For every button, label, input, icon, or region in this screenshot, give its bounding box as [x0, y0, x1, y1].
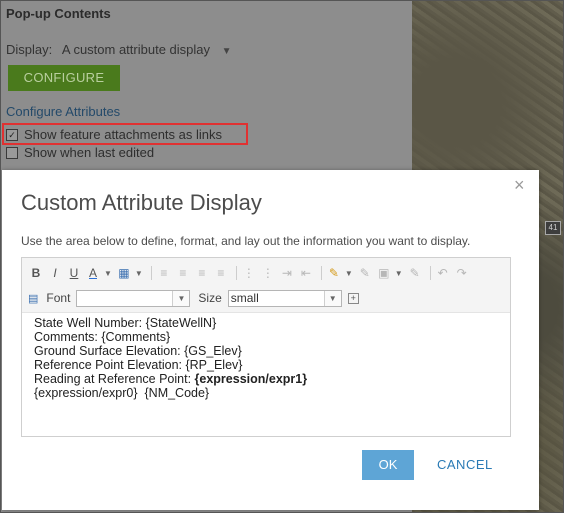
rich-text-editor[interactable]: B I U A ▼ ▦ ▼ ≡ ≡ ≡ ≡ ⋮ ⋮ ⇥ ⇤ ✎ ▼ ✎ ▣ ▼ … — [21, 257, 511, 437]
close-icon[interactable]: × — [514, 175, 525, 196]
content-line: Reference Point Elevation: {RP_Elev} — [34, 358, 243, 372]
size-label: Size — [198, 291, 222, 305]
display-row: Display: A custom attribute display ▼ — [6, 42, 232, 57]
chevron-down-icon[interactable]: ▼ — [323, 290, 341, 306]
font-label: Font — [46, 291, 71, 305]
eraser-icon[interactable]: ✎ — [407, 265, 423, 281]
toolbar-divider — [429, 266, 431, 280]
redo-icon[interactable]: ↷ — [454, 265, 470, 281]
content-line: {expression/expr0} {NM_Code} — [34, 386, 210, 400]
undo-icon[interactable]: ↶ — [435, 265, 451, 281]
align-justify-icon[interactable]: ≡ — [213, 265, 229, 281]
highlight-color-icon[interactable]: ▦ — [116, 265, 132, 281]
dialog-description: Use the area below to define, format, an… — [21, 234, 471, 248]
align-right-icon[interactable]: ≡ — [194, 265, 210, 281]
align-center-icon[interactable]: ≡ — [175, 265, 191, 281]
checkbox-unchecked-icon[interactable] — [6, 146, 18, 159]
last-edited-checkbox-label: Show when last edited — [24, 145, 155, 160]
dialog-title: Custom Attribute Display — [21, 190, 262, 215]
source-view-icon[interactable]: ▤ — [28, 292, 38, 305]
content-line: Ground Surface Elevation: {GS_Elev} — [34, 344, 242, 358]
numbered-list-icon[interactable]: ⋮ — [241, 265, 257, 281]
font-select[interactable]: ▼ — [76, 289, 191, 307]
toolbar-divider — [235, 266, 237, 280]
ok-button[interactable]: OK — [362, 450, 414, 480]
content-line: State Well Number: {StateWellN} — [34, 316, 217, 330]
italic-icon[interactable]: I — [47, 265, 63, 281]
configure-button[interactable]: CONFIGURE — [8, 65, 120, 91]
display-label: Display: — [6, 42, 53, 57]
custom-attribute-dialog: Custom Attribute Display × Use the area … — [2, 170, 539, 510]
size-select-value: small — [230, 290, 259, 305]
chevron-down-icon[interactable]: ▼ — [172, 290, 190, 306]
outdent-icon[interactable]: ⇤ — [298, 265, 314, 281]
highlight-annotation — [2, 123, 248, 145]
content-text: Reading at Reference Point: — [34, 372, 195, 386]
chevron-down-icon[interactable]: ▼ — [104, 269, 112, 278]
align-left-icon[interactable]: ≡ — [156, 265, 172, 281]
bold-icon[interactable]: B — [28, 265, 44, 281]
panel-title: Pop-up Contents — [6, 6, 111, 21]
content-line: Comments: {Comments} — [34, 330, 171, 344]
last-edited-checkbox-row[interactable]: Show when last edited — [6, 145, 154, 160]
chevron-down-icon[interactable]: ▼ — [135, 269, 143, 278]
underline-icon[interactable]: U — [66, 265, 82, 281]
unlink-icon[interactable]: ✎ — [357, 265, 373, 281]
editor-content[interactable]: State Well Number: {StateWellN} Comments… — [34, 316, 307, 400]
editor-toolbar: B I U A ▼ ▦ ▼ ≡ ≡ ≡ ≡ ⋮ ⋮ ⇥ ⇤ ✎ ▼ ✎ ▣ ▼ … — [22, 258, 510, 313]
indent-icon[interactable]: ⇥ — [279, 265, 295, 281]
content-bold-text: {expression/expr1} — [194, 372, 308, 386]
font-color-icon[interactable]: A — [85, 265, 101, 281]
chevron-down-icon[interactable]: ▼ — [222, 46, 232, 57]
chevron-down-icon[interactable]: ▼ — [395, 269, 403, 278]
link-icon[interactable]: ✎ — [326, 265, 342, 281]
cancel-button[interactable]: CANCEL — [437, 457, 493, 472]
size-select[interactable]: small ▼ — [227, 289, 342, 307]
configure-attributes-link[interactable]: Configure Attributes — [6, 104, 120, 119]
route-shield: 41 — [545, 221, 561, 235]
expand-icon[interactable]: + — [347, 292, 359, 304]
toolbar-divider — [150, 266, 152, 280]
display-select[interactable]: A custom attribute display — [62, 42, 210, 57]
bullet-list-icon[interactable]: ⋮ — [260, 265, 276, 281]
image-icon[interactable]: ▣ — [376, 265, 392, 281]
chevron-down-icon[interactable]: ▼ — [345, 269, 353, 278]
content-line: Reading at Reference Point: {expression/… — [34, 372, 307, 386]
toolbar-divider — [320, 266, 322, 280]
